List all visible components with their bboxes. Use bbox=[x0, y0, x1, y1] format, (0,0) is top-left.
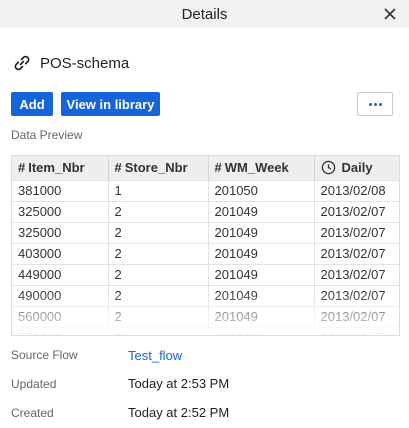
more-options-icon bbox=[368, 102, 383, 106]
source-flow-label: Source Flow bbox=[11, 348, 78, 362]
table-row: 449000 2 201049 2013/02/07 bbox=[12, 263, 399, 285]
data-preview-label: Data Preview bbox=[11, 128, 83, 142]
created-label: Created bbox=[11, 406, 54, 420]
source-flow-link[interactable]: Test_flow bbox=[128, 348, 182, 363]
table-cell: 449000 bbox=[12, 263, 109, 285]
table-cell: 2 bbox=[108, 305, 209, 327]
table-cell: 2 bbox=[108, 242, 209, 264]
table-cell: 560000 bbox=[12, 305, 109, 327]
schema-name-row: POS-schema bbox=[12, 52, 129, 74]
table-cell: 2013/02/07 bbox=[314, 284, 399, 306]
number-type-icon: # bbox=[18, 160, 26, 176]
view-in-library-button[interactable]: View in library bbox=[61, 92, 160, 116]
table-cell: 2 bbox=[108, 326, 209, 335]
table-cell: 2 bbox=[108, 263, 209, 285]
table-cell: 325000 bbox=[12, 200, 109, 222]
close-icon bbox=[384, 8, 396, 20]
table-row: 490000 2 201049 2013/02/07 bbox=[12, 284, 399, 306]
table-row: 325000 2 201049 2013/02/07 bbox=[12, 221, 399, 243]
number-type-icon: # bbox=[114, 160, 122, 176]
number-type-icon: # bbox=[214, 160, 222, 176]
table-row: 403000 2 201049 2013/02/07 bbox=[12, 242, 399, 264]
add-button[interactable]: Add bbox=[11, 92, 53, 116]
close-button[interactable] bbox=[381, 5, 399, 23]
table-cell: 201049 bbox=[208, 284, 315, 306]
data-preview-table[interactable]: # Item_Nbr # Store_Nbr # WM_Week Daily 3810… bbox=[11, 155, 400, 336]
table-cell: 381000 bbox=[12, 179, 109, 201]
table-cell: 201049 bbox=[208, 263, 315, 285]
updated-label: Updated bbox=[11, 377, 57, 391]
table-cell: 2 bbox=[108, 221, 209, 243]
table-cell: 2013/02/08 bbox=[314, 179, 399, 201]
table-cell: 2013/02/07 bbox=[314, 221, 399, 243]
clock-icon bbox=[321, 161, 335, 175]
column-header-item-nbr[interactable]: # Item_Nbr bbox=[12, 156, 109, 180]
table-cell: 201049 bbox=[208, 242, 315, 264]
table-cell: 201049 bbox=[208, 200, 315, 222]
table-cell: 2013/02/07 bbox=[314, 305, 399, 327]
table-cell: 201049 bbox=[208, 221, 315, 243]
table-cell: 201050 bbox=[208, 179, 315, 201]
column-header-wm-week[interactable]: # WM_Week bbox=[208, 156, 315, 180]
table-header-row: # Item_Nbr # Store_Nbr # WM_Week Daily bbox=[12, 156, 399, 180]
details-header: Details bbox=[0, 0, 409, 28]
table-cell: 1 bbox=[108, 179, 209, 201]
table-cell: 201049 bbox=[208, 305, 315, 327]
column-header-daily[interactable]: Daily bbox=[314, 156, 399, 180]
schema-name: POS-schema bbox=[40, 54, 130, 72]
table-cell: 2013/02/07 bbox=[314, 263, 399, 285]
table-cell: 325000 bbox=[12, 221, 109, 243]
table-cell: 2013/02/07 bbox=[314, 200, 399, 222]
table-cell: 2 bbox=[108, 284, 209, 306]
updated-value: Today at 2:53 PM bbox=[128, 376, 230, 391]
table-cell: 2013/02/07 bbox=[314, 242, 399, 264]
table-cell: 573000 bbox=[12, 326, 109, 335]
table-row: 325000 2 201049 2013/02/07 bbox=[12, 200, 399, 222]
table-row: 560000 2 201049 2013/02/07 bbox=[12, 305, 399, 327]
table-cell: 201049 bbox=[208, 326, 315, 335]
table-cell: 2 bbox=[108, 200, 209, 222]
column-header-store-nbr[interactable]: # Store_Nbr bbox=[108, 156, 209, 180]
created-value: Today at 2:52 PM bbox=[128, 405, 230, 420]
table-cell: 2013/02/07 bbox=[314, 326, 399, 335]
table-row: 57300022010492013/02/07 bbox=[12, 326, 399, 335]
link-icon bbox=[14, 55, 30, 71]
table-cell: 490000 bbox=[12, 284, 109, 306]
more-options-button[interactable] bbox=[357, 92, 393, 116]
table-cell: 403000 bbox=[12, 242, 109, 264]
table-row: 381000 1 201050 2013/02/08 bbox=[12, 179, 399, 201]
panel-title: Details bbox=[181, 6, 228, 23]
